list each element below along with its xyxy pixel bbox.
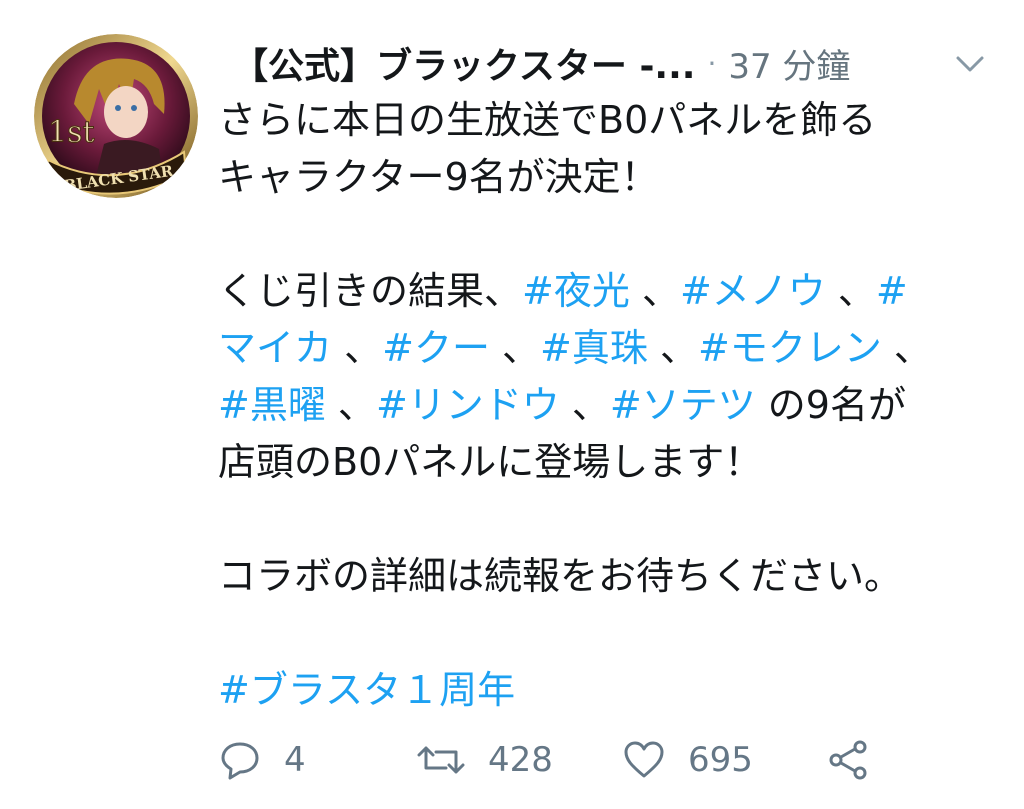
hashtag-kokuyou[interactable]: #黒曜 [218,383,326,427]
reply-count: 4 [284,740,306,780]
tweet-line-10: #ブラスタ１周年 [218,662,998,719]
avatar-badge-top: 1st [48,115,95,150]
retweet-count: 428 [488,740,553,780]
tweet-actions: 4 428 695 [218,730,998,790]
tweet-line-6: 店頭のB0パネルに登場します！ [218,440,763,484]
timestamp[interactable]: 37 分鐘 [728,39,850,88]
tweet-line-3: くじ引きの結果、#夜光 、#メノウ 、# [218,269,908,313]
retweet-icon [416,738,466,782]
caret-down-icon[interactable] [950,44,990,84]
hashtag-mokuren[interactable]: #モクレン [698,326,882,370]
tweet-line-2: キャラクター9名が決定！ [218,155,659,199]
retweet-button[interactable]: 428 [416,738,553,782]
hashtag-maika[interactable]: マイカ [218,326,332,370]
hashtag-maika-start[interactable]: # [876,269,908,313]
hashtag-menou[interactable]: #メノウ [680,269,826,313]
hashtag-shinju[interactable]: #真珠 [540,326,648,370]
hashtag-anniversary[interactable]: #ブラスタ１周年 [218,668,515,712]
hashtag-ku[interactable]: #クー [382,326,490,370]
tweet-line-5: #黒曜 、#リンドウ 、#ソテツ の9名が [218,383,906,427]
like-button[interactable]: 695 [622,738,753,782]
reply-icon [218,738,262,782]
display-name[interactable]: 【公式】ブラックスター -... [232,37,695,89]
tweet-line-8: コラボの詳細は続報をお待ちください。 [218,554,903,598]
separator-dot: · [707,46,717,80]
hashtag-yako[interactable]: #夜光 [522,269,630,313]
hashtag-sotetsu[interactable]: #ソテツ [610,383,756,427]
tweet-text: さらに本日の生放送でB0パネルを飾る キャラクター9名が決定！ くじ引きの結果、… [218,92,998,719]
tweet-header: 【公式】ブラックスター -... · 37 分鐘 [232,36,992,90]
like-count: 695 [688,740,753,780]
share-icon [826,738,870,782]
avatar[interactable]: 1st BLACK STAR [34,34,198,198]
like-icon [622,738,666,782]
tweet-line-4: マイカ 、#クー 、#真珠 、#モクレン 、 [218,326,932,370]
tweet-line-1: さらに本日の生放送でB0パネルを飾る [218,98,877,142]
avatar-image: 1st BLACK STAR [34,34,198,198]
hashtag-rindou[interactable]: #リンドウ [376,383,560,427]
reply-button[interactable]: 4 [218,738,306,782]
share-button[interactable] [826,738,870,782]
